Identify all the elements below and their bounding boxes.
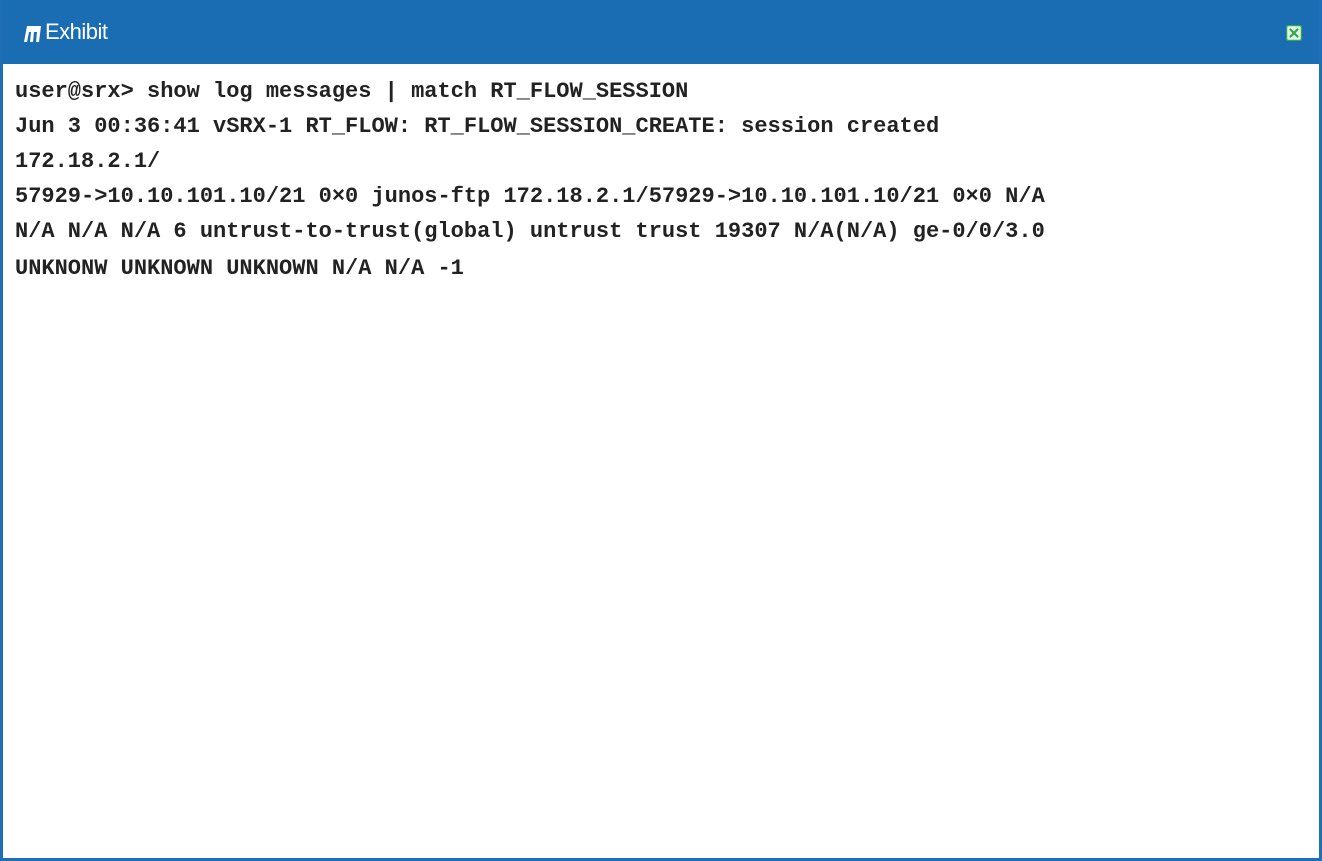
terminal-line: user@srx> show log messages | match RT_F… [15, 79, 689, 104]
terminal-output: user@srx> show log messages | match RT_F… [3, 64, 1319, 858]
close-icon[interactable] [1286, 25, 1302, 41]
terminal-line: 57929->10.10.101.10/21 0×0 junos-ftp 172… [15, 184, 1045, 209]
exhibit-window: Exhibit user@srx> show log messages | ma… [0, 0, 1322, 861]
terminal-line: UNKNONW UNKNOWN UNKNOWN N/A N/A -1 [15, 256, 464, 281]
title-bar: Exhibit [3, 0, 1319, 64]
terminal-line: 172.18.2.1/ [15, 149, 161, 174]
terminal-line: N/A N/A N/A 6 untrust-to-trust(global) u… [15, 219, 1045, 244]
terminal-line: Jun 3 00:36:41 vSRX-1 RT_FLOW: RT_FLOW_S… [15, 114, 940, 139]
window-title: Exhibit [45, 19, 108, 44]
exhibit-icon [24, 26, 41, 42]
